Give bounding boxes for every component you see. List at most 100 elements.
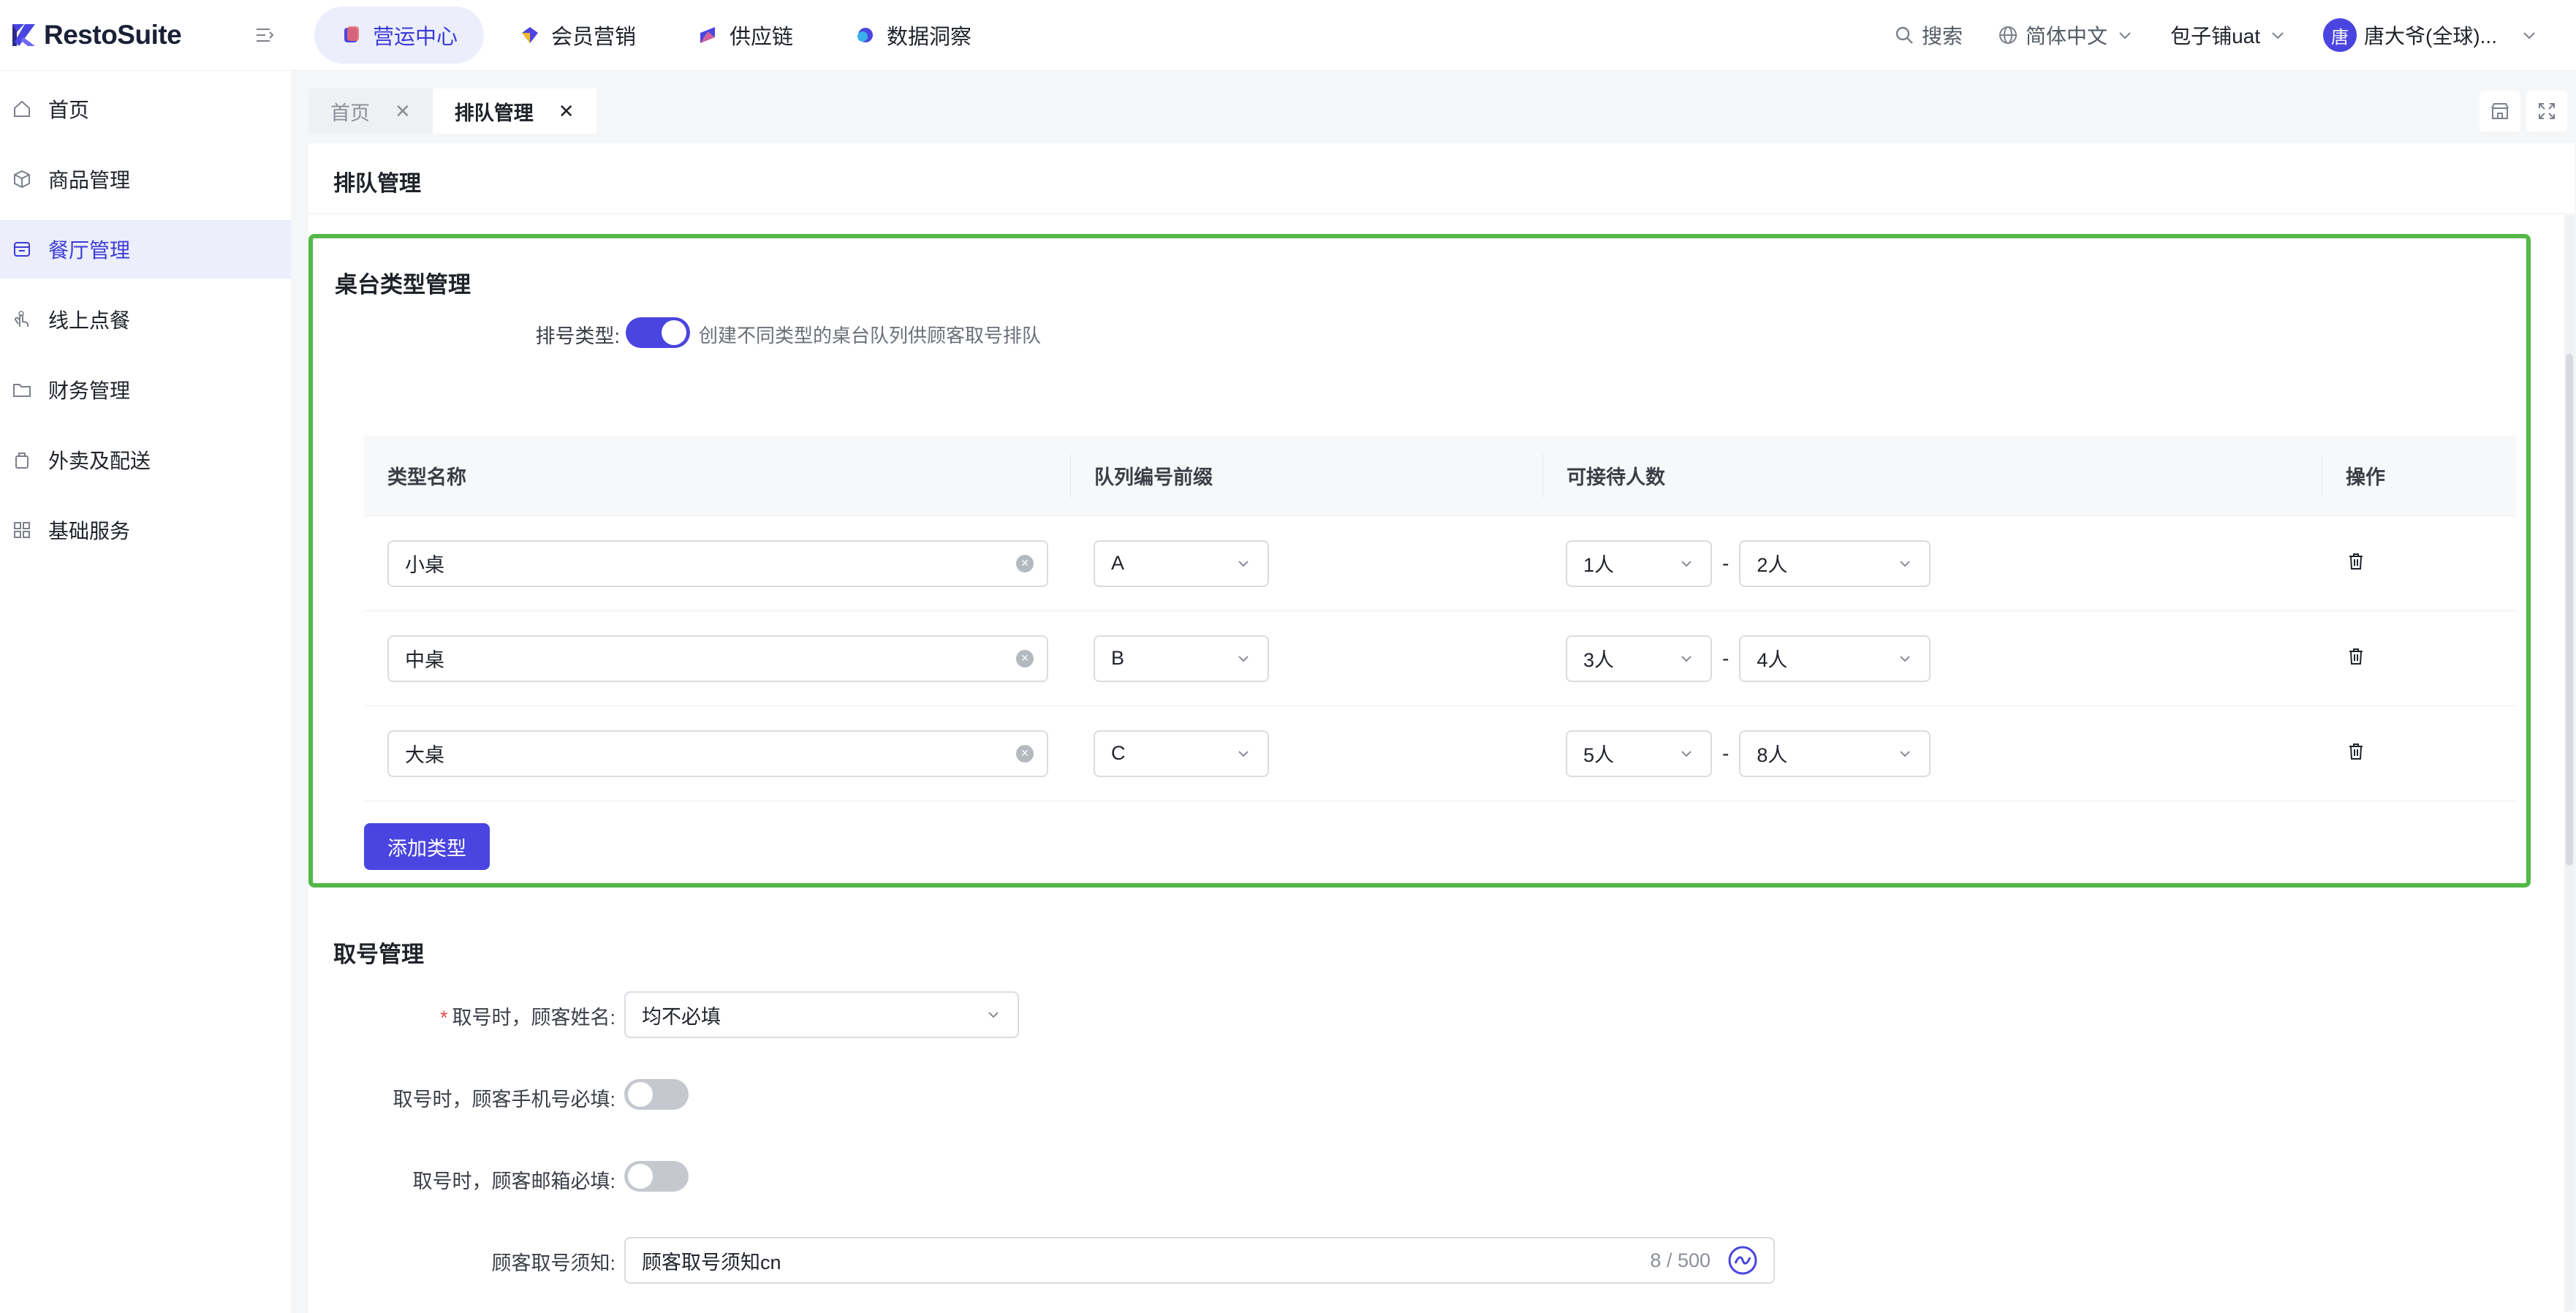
input-value: 中桌 <box>405 649 444 671</box>
phone-required-label: 取号时，顾客手机号必填: <box>393 1089 615 1110</box>
email-required-switch[interactable] <box>624 1161 689 1192</box>
logo-text: RestoSuite <box>44 20 182 50</box>
chevron-down-icon <box>1681 655 1692 662</box>
sidebar-item-home[interactable]: 首页 <box>0 80 291 138</box>
type-name-input[interactable]: 小桌 × <box>387 540 1048 587</box>
close-icon[interactable]: ✕ <box>395 100 411 123</box>
notice-input[interactable]: 顾客取号须知cn 8 / 500 <box>624 1237 1775 1284</box>
capacity-range: 3人 - 4人 <box>1566 635 1931 682</box>
table-header: 类型名称 队列编号前缀 可接待人数 操作 <box>364 436 2516 516</box>
scrollbar[interactable] <box>2564 215 2575 1312</box>
range-separator: - <box>1722 741 1730 765</box>
topnav-membership[interactable]: 会员营销 <box>493 7 662 64</box>
min-capacity-select[interactable]: 3人 <box>1566 635 1712 682</box>
max-capacity-select[interactable]: 4人 <box>1739 635 1931 682</box>
select-value: 均不必填 <box>642 1005 721 1028</box>
prefix-select[interactable]: C <box>1094 730 1269 777</box>
avatar: 唐 <box>2323 18 2357 52</box>
sidebar-item-delivery[interactable]: 外卖及配送 <box>0 431 291 489</box>
sidebar-item-basic-services[interactable]: 基础服务 <box>0 501 291 559</box>
user-menu[interactable]: 唐 唐大爷(全球)... <box>2323 18 2539 52</box>
phone-required-switch[interactable] <box>624 1079 689 1110</box>
close-icon[interactable]: ✕ <box>558 100 575 123</box>
sidebar-item-label: 首页 <box>48 99 90 121</box>
search-button[interactable]: 搜索 <box>1894 20 1963 50</box>
required-mark: * <box>439 1007 448 1029</box>
menu-collapse-icon <box>257 29 274 42</box>
logo[interactable]: RestoSuite <box>10 20 215 50</box>
fullscreen-icon <box>2539 103 2555 119</box>
char-count: 8 / 500 <box>1650 1249 1711 1271</box>
select-value: A <box>1111 552 1125 574</box>
translate-ai-icon[interactable] <box>1727 1244 1759 1276</box>
clear-icon[interactable]: × <box>1016 554 1034 572</box>
content-panel: 排队管理 桌台类型管理 排号类型: 创建不同类型的桌台队列供顾客取号排队 类型名… <box>308 143 2575 1313</box>
operations-icon <box>344 26 359 42</box>
sidebar-item-label: 财务管理 <box>48 379 131 402</box>
table-type-section: 桌台类型管理 排号类型: 创建不同类型的桌台队列供顾客取号排队 类型名称 队列编… <box>308 234 2531 888</box>
ticket-section-title: 取号管理 <box>333 942 424 967</box>
input-value: 大桌 <box>405 744 444 766</box>
capacity-range: 1人 - 2人 <box>1566 540 1931 587</box>
scroll-thumb[interactable] <box>2566 354 2573 866</box>
top-nav: 营运中心 会员营销 供应链 数据洞察 <box>314 7 998 64</box>
chevron-down-icon <box>1238 750 1249 757</box>
store-view-button[interactable] <box>2480 91 2520 132</box>
select-value: C <box>1111 742 1126 764</box>
top-right-tools: 搜索 简体中文 包子铺uat 唐 唐大爷(全球)... <box>1894 18 2539 52</box>
max-capacity-select[interactable]: 8人 <box>1739 730 1931 777</box>
prefix-select[interactable]: B <box>1094 635 1269 682</box>
data-insight-icon <box>857 28 874 42</box>
page-title: 排队管理 <box>333 172 421 196</box>
queue-type-switch[interactable] <box>626 317 690 348</box>
customer-name-label: * 取号时，顾客姓名: <box>308 1002 615 1030</box>
chevron-down-icon <box>988 1012 999 1018</box>
column-header-actions: 操作 <box>2322 453 2516 498</box>
sidebar-item-products[interactable]: 商品管理 <box>0 150 291 208</box>
page-tabs: 首页 ✕ 排队管理 ✕ <box>308 88 2567 134</box>
trash-icon <box>2349 648 2363 665</box>
prefix-select[interactable]: A <box>1094 540 1269 587</box>
tab-home[interactable]: 首页 ✕ <box>308 88 433 134</box>
notice-label: 顾客取号须知: <box>491 1252 615 1274</box>
trash-icon <box>2349 553 2363 570</box>
delete-row-button[interactable] <box>2345 741 2367 766</box>
collapse-sidebar-button[interactable] <box>251 22 278 48</box>
max-capacity-select[interactable]: 2人 <box>1739 540 1931 587</box>
delete-row-button[interactable] <box>2345 550 2367 576</box>
membership-icon <box>522 27 539 43</box>
search-label: 搜索 <box>1922 25 1963 48</box>
customer-name-select[interactable]: 均不必填 <box>624 991 1019 1038</box>
sidebar-item-finance[interactable]: 财务管理 <box>0 360 291 419</box>
chevron-down-icon <box>1900 560 1910 567</box>
sidebar-item-label: 外卖及配送 <box>48 450 151 472</box>
type-name-input[interactable]: 大桌 × <box>387 730 1048 777</box>
select-value: B <box>1111 647 1125 669</box>
supply-chain-icon <box>700 27 716 43</box>
delete-row-button[interactable] <box>2345 646 2367 671</box>
tab-queue-management[interactable]: 排队管理 ✕ <box>432 88 596 134</box>
add-type-button[interactable]: 添加类型 <box>364 823 490 870</box>
chevron-down-icon <box>2523 32 2535 39</box>
range-separator: - <box>1722 551 1730 575</box>
delivery-bag-icon <box>15 453 29 469</box>
chevron-down-icon <box>1681 560 1692 567</box>
topnav-supply-chain[interactable]: 供应链 <box>671 7 819 64</box>
switch-knob <box>628 1082 653 1107</box>
type-name-input[interactable]: 中桌 × <box>387 635 1048 682</box>
clear-icon[interactable]: × <box>1016 744 1034 763</box>
sidebar-item-restaurant[interactable]: 餐厅管理 <box>0 220 291 279</box>
store-label: 包子铺uat <box>2170 25 2260 48</box>
language-select[interactable]: 简体中文 <box>1998 20 2135 50</box>
store-select[interactable]: 包子铺uat <box>2170 20 2288 50</box>
queue-type-label: 排号类型: <box>535 325 620 347</box>
restaurant-icon <box>14 242 30 257</box>
min-capacity-select[interactable]: 5人 <box>1566 730 1712 777</box>
topnav-data-insight[interactable]: 数据洞察 <box>828 7 998 64</box>
fullscreen-button[interactable] <box>2526 91 2567 132</box>
clear-icon[interactable]: × <box>1016 649 1034 667</box>
topnav-operations[interactable]: 营运中心 <box>314 7 485 64</box>
sidebar-item-online-order[interactable]: 线上点餐 <box>0 290 291 349</box>
hand-tap-icon <box>15 311 29 327</box>
min-capacity-select[interactable]: 1人 <box>1566 540 1712 587</box>
